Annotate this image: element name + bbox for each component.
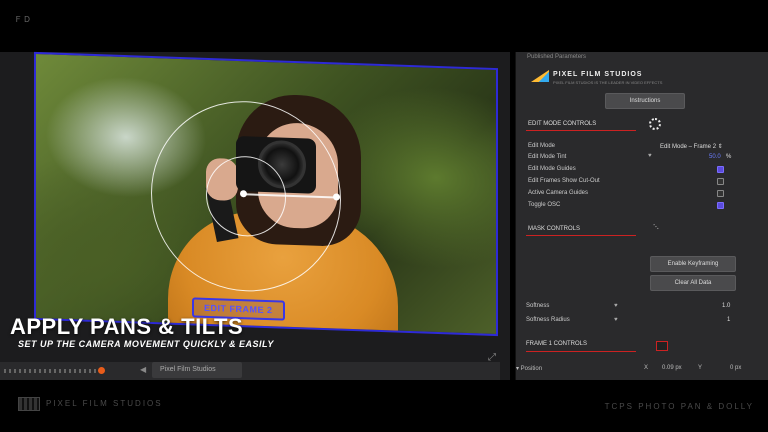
softness-slider[interactable]: ♥ (614, 303, 618, 309)
fullscreen-icon[interactable]: ⤢ (488, 352, 496, 363)
heart-icon: ♥ (648, 153, 652, 159)
enable-keyframing-button[interactable]: Enable Keyframing (650, 256, 736, 272)
mask-section-title: MASK CONTROLS (528, 226, 581, 232)
clear-all-data-button[interactable]: Clear All Data (650, 275, 736, 291)
active-camera-guides-checkbox[interactable] (717, 190, 724, 197)
back-arrow-icon[interactable]: ◀ (140, 365, 146, 374)
edit-frames-cutout-label: Edit Frames Show Cut-Out (528, 178, 600, 184)
playhead[interactable] (98, 367, 105, 374)
brand-tagline: PIXEL FILM STUDIOS IS THE LEADER IN VIDE… (553, 80, 663, 85)
position-x-label: X (644, 365, 649, 371)
frame1-section-title: FRAME 1 CONTROLS (526, 341, 588, 347)
position-y-label: Y (698, 365, 703, 371)
footer-product-name: TCPS PHOTO PAN & DOLLY (604, 402, 754, 411)
position-x-value[interactable]: 0.09 px (662, 365, 682, 371)
film-strip-icon (18, 397, 40, 411)
section-divider (526, 351, 636, 352)
softness-radius-slider[interactable]: ♥ (614, 317, 618, 323)
position-y-value[interactable]: 0 px (730, 365, 741, 371)
brand-name: PIXEL FILM STUDIOS (553, 71, 643, 78)
edit-mode-tint-label: Edit Mode Tint (528, 154, 567, 160)
inspector-header: Published Parameters (527, 54, 587, 60)
project-dropdown[interactable]: Pixel Film Studios (152, 362, 242, 378)
headline-title: APPLY PANS & TILTS (10, 314, 244, 339)
softness-label: Softness (526, 303, 550, 309)
top-bar (0, 0, 768, 52)
softness-radius-value[interactable]: 1 (727, 317, 730, 323)
frame1-keyframe-box[interactable] (656, 341, 668, 351)
toggle-osc-label: Toggle OSC (528, 202, 561, 208)
osc-center-handle[interactable] (240, 190, 247, 198)
softness-radius-label: Softness Radius (526, 317, 570, 323)
timeline-ruler[interactable] (4, 369, 104, 373)
active-camera-guides-label: Active Camera Guides (528, 190, 589, 196)
gear-icon[interactable] (649, 118, 661, 130)
headline-subtitle: SET UP THE CAMERA MOVEMENT QUICKLY & EAS… (18, 339, 274, 349)
footer-brand: PIXEL FILM STUDIOS (46, 399, 163, 408)
edit-mode-tint-unit: % (726, 154, 732, 160)
edit-mode-tint-value[interactable]: 50.0 (709, 154, 721, 160)
section-divider (526, 130, 636, 131)
position-label[interactable]: ▾ Position (516, 365, 542, 372)
edit-mode-label: Edit Mode (528, 143, 556, 149)
softness-value[interactable]: 1.0 (722, 303, 730, 309)
instructions-button[interactable]: Instructions (605, 93, 685, 109)
edit-mode-guides-label: Edit Mode Guides (528, 166, 576, 172)
edit-mode-guides-checkbox[interactable] (717, 166, 724, 173)
section-divider (526, 235, 636, 236)
edit-frames-cutout-checkbox[interactable] (717, 178, 724, 185)
viewer-canvas[interactable]: EDIT FRAME 2 (34, 51, 498, 337)
edit-mode-select[interactable]: Edit Mode – Frame 2 ⇕ (660, 143, 723, 150)
corner-logo: ＦＤ (14, 15, 32, 24)
osc-rotate-handle[interactable] (333, 193, 340, 201)
toggle-osc-checkbox[interactable] (717, 202, 724, 209)
edit-mode-section-title: EDIT MODE CONTROLS (528, 121, 597, 127)
